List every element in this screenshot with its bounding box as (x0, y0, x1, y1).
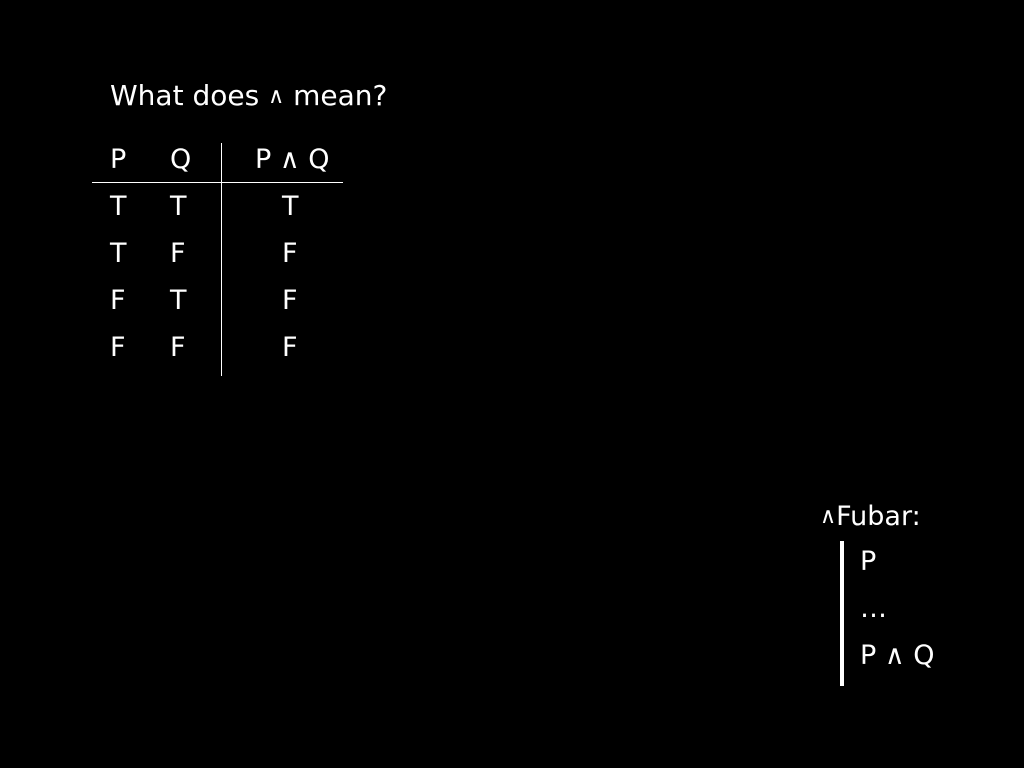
table-cell: F (110, 332, 126, 363)
table-cell: F (282, 285, 298, 316)
table-cell: T (170, 285, 187, 316)
subproof-bar (840, 541, 844, 686)
table-cell: T (282, 191, 299, 222)
rule-title: ∧Fubar: (820, 500, 921, 534)
table-cell: T (110, 191, 127, 222)
table-column-divider (221, 143, 222, 376)
table-header-divider (92, 182, 343, 183)
table-cell: F (282, 238, 298, 269)
table-cell: F (110, 285, 126, 316)
table-cell: T (170, 191, 187, 222)
rule-and-symbol: ∧ (820, 504, 837, 529)
rule-ellipsis: … (860, 593, 887, 624)
table-cell: T (110, 238, 127, 269)
rule-premise: P (860, 546, 877, 577)
rule-conclusion: P ∧ Q (860, 640, 935, 671)
page-title: What does ∧ mean? (110, 78, 387, 115)
and-symbol: ∧ (268, 84, 285, 109)
header-p: P (110, 144, 127, 175)
title-text-after: mean? (293, 79, 388, 112)
rule-name: Fubar: (836, 501, 921, 532)
header-q: Q (170, 144, 192, 175)
table-cell: F (170, 238, 186, 269)
title-text-before: What does (110, 79, 260, 112)
table-cell: F (170, 332, 186, 363)
table-cell: F (282, 332, 298, 363)
header-p-and-q: P ∧ Q (255, 144, 330, 175)
